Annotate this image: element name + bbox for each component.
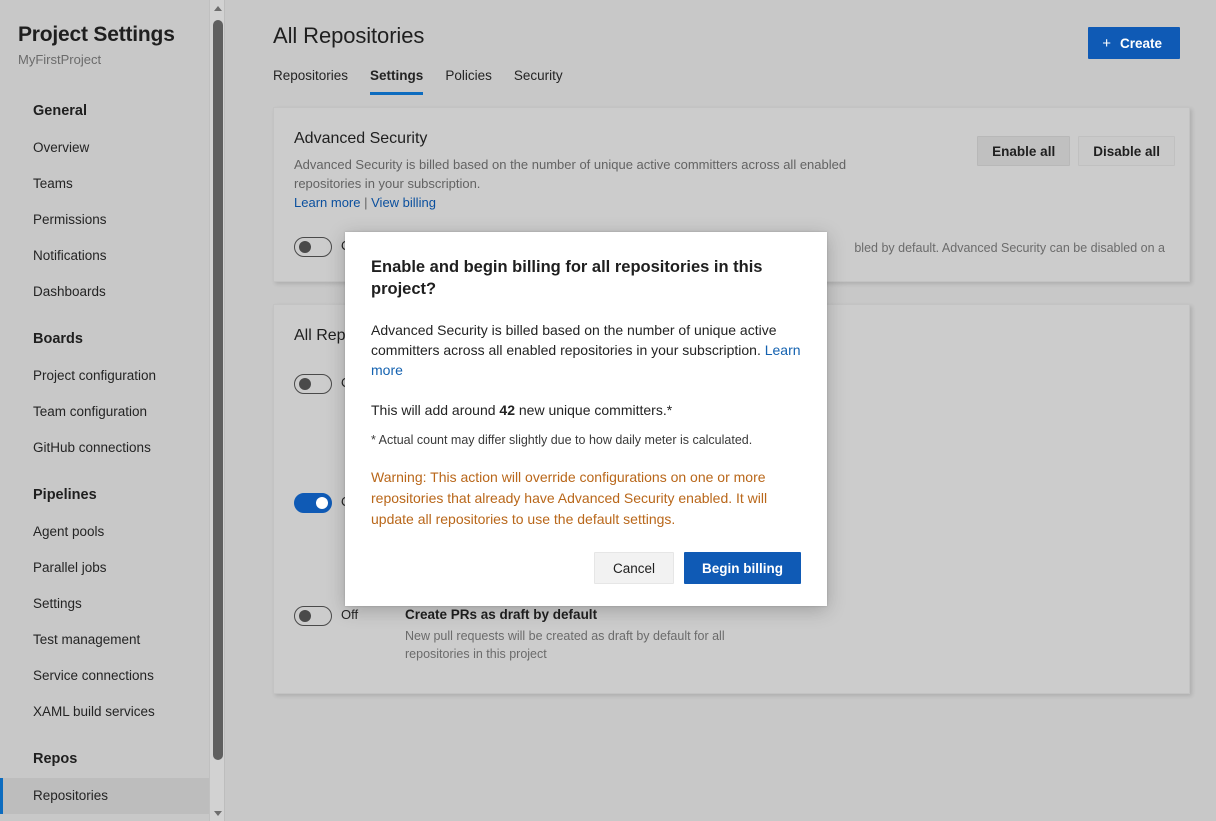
sidebar-item-repositories[interactable]: Repositories <box>0 778 225 814</box>
sidebar-item-teams[interactable]: Teams <box>0 166 225 202</box>
dialog-body: Advanced Security is billed based on the… <box>371 320 801 380</box>
sidebar-spacer <box>0 814 225 821</box>
advanced-security-actions: Enable all Disable all <box>977 136 1175 166</box>
setting-description-3: New pull requests will be created as dra… <box>405 627 735 663</box>
sidebar-item-agent-pools[interactable]: Agent pools <box>0 514 225 550</box>
sidebar-nav: General Overview Teams Permissions Notif… <box>0 92 225 821</box>
advanced-security-links: Learn more | View billing <box>294 195 1167 210</box>
sidebar-group-repos: Repos <box>0 740 225 778</box>
sidebar-item-overview[interactable]: Overview <box>0 130 225 166</box>
setting-toggle-2[interactable] <box>294 493 332 513</box>
advanced-security-description: Advanced Security is billed based on the… <box>294 155 894 193</box>
sidebar-item-project-configuration[interactable]: Project configuration <box>0 358 225 394</box>
sidebar-item-test-management[interactable]: Test management <box>0 622 225 658</box>
sidebar-item-team-configuration[interactable]: Team configuration <box>0 394 225 430</box>
toggle-knob <box>299 610 311 622</box>
caret-down-icon[interactable] <box>210 805 225 821</box>
plus-icon: + <box>1102 36 1111 51</box>
setting-name-3: Create PRs as draft by default <box>405 605 705 624</box>
page-header: All Repositories + Create Repositories S… <box>225 0 1216 95</box>
dialog-body-text: Advanced Security is billed based on the… <box>371 322 776 358</box>
disable-all-button[interactable]: Disable all <box>1078 136 1175 166</box>
tab-security[interactable]: Security <box>514 67 563 95</box>
sidebar-group-pipelines: Pipelines <box>0 476 225 514</box>
toggle-knob <box>299 241 311 253</box>
dialog-footnote: * Actual count may differ slightly due t… <box>371 431 801 449</box>
sidebar-header: Project Settings MyFirstProject <box>0 0 225 68</box>
count-prefix: This will add around <box>371 402 499 418</box>
page-title: All Repositories <box>273 22 1190 50</box>
sidebar-item-permissions[interactable]: Permissions <box>0 202 225 238</box>
sidebar-item-settings[interactable]: Settings <box>0 586 225 622</box>
setting-row-3: Off Create PRs as draft by default New p… <box>294 605 1167 663</box>
tab-settings[interactable]: Settings <box>370 67 423 95</box>
sidebar-item-xaml-build-services[interactable]: XAML build services <box>0 694 225 730</box>
cancel-button[interactable]: Cancel <box>594 552 674 584</box>
sidebar-item-service-connections[interactable]: Service connections <box>0 658 225 694</box>
advanced-security-toggle[interactable] <box>294 237 332 257</box>
sidebar-group-boards: Boards <box>0 320 225 358</box>
dialog-actions: Cancel Begin billing <box>371 552 801 584</box>
sidebar-scrollbar[interactable] <box>209 0 225 821</box>
sidebar-group-general: General <box>0 92 225 130</box>
count-value: 42 <box>499 402 515 418</box>
setting-body-3: Create PRs as draft by default New pull … <box>405 605 1167 663</box>
scrollbar-thumb[interactable] <box>213 20 223 760</box>
toggle-knob <box>316 497 328 509</box>
sidebar-item-dashboards[interactable]: Dashboards <box>0 274 225 310</box>
link-separator: | <box>364 195 367 210</box>
begin-billing-dialog: Enable and begin billing for all reposit… <box>345 232 827 606</box>
create-button[interactable]: + Create <box>1088 27 1180 59</box>
tab-bar: Repositories Settings Policies Security <box>273 67 1190 95</box>
dialog-warning: Warning: This action will override confi… <box>371 467 801 530</box>
sidebar-item-notifications[interactable]: Notifications <box>0 238 225 274</box>
dialog-committer-count: This will add around 42 new unique commi… <box>371 400 801 420</box>
sidebar-title: Project Settings <box>18 22 225 48</box>
caret-up-icon[interactable] <box>210 0 225 16</box>
dialog-title: Enable and begin billing for all reposit… <box>371 256 801 300</box>
create-button-label: Create <box>1120 36 1162 51</box>
sidebar-spacer <box>0 466 225 476</box>
sidebar-item-parallel-jobs[interactable]: Parallel jobs <box>0 550 225 586</box>
app-root: Project Settings MyFirstProject General … <box>0 0 1216 821</box>
sidebar: Project Settings MyFirstProject General … <box>0 0 225 821</box>
setting-toggle-3-label: Off <box>341 605 405 625</box>
count-suffix: new unique committers.* <box>515 402 672 418</box>
view-billing-link[interactable]: View billing <box>371 195 436 210</box>
begin-billing-button[interactable]: Begin billing <box>684 552 801 584</box>
sidebar-project-name: MyFirstProject <box>18 51 225 68</box>
setting-toggle-1[interactable] <box>294 374 332 394</box>
toggle-knob <box>299 378 311 390</box>
sidebar-spacer <box>0 730 225 740</box>
tab-repositories[interactable]: Repositories <box>273 67 348 95</box>
enable-all-button[interactable]: Enable all <box>977 136 1070 166</box>
setting-toggle-3[interactable] <box>294 606 332 626</box>
sidebar-item-github-connections[interactable]: GitHub connections <box>0 430 225 466</box>
sidebar-spacer <box>0 310 225 320</box>
learn-more-link[interactable]: Learn more <box>294 195 360 210</box>
tab-policies[interactable]: Policies <box>445 67 492 95</box>
